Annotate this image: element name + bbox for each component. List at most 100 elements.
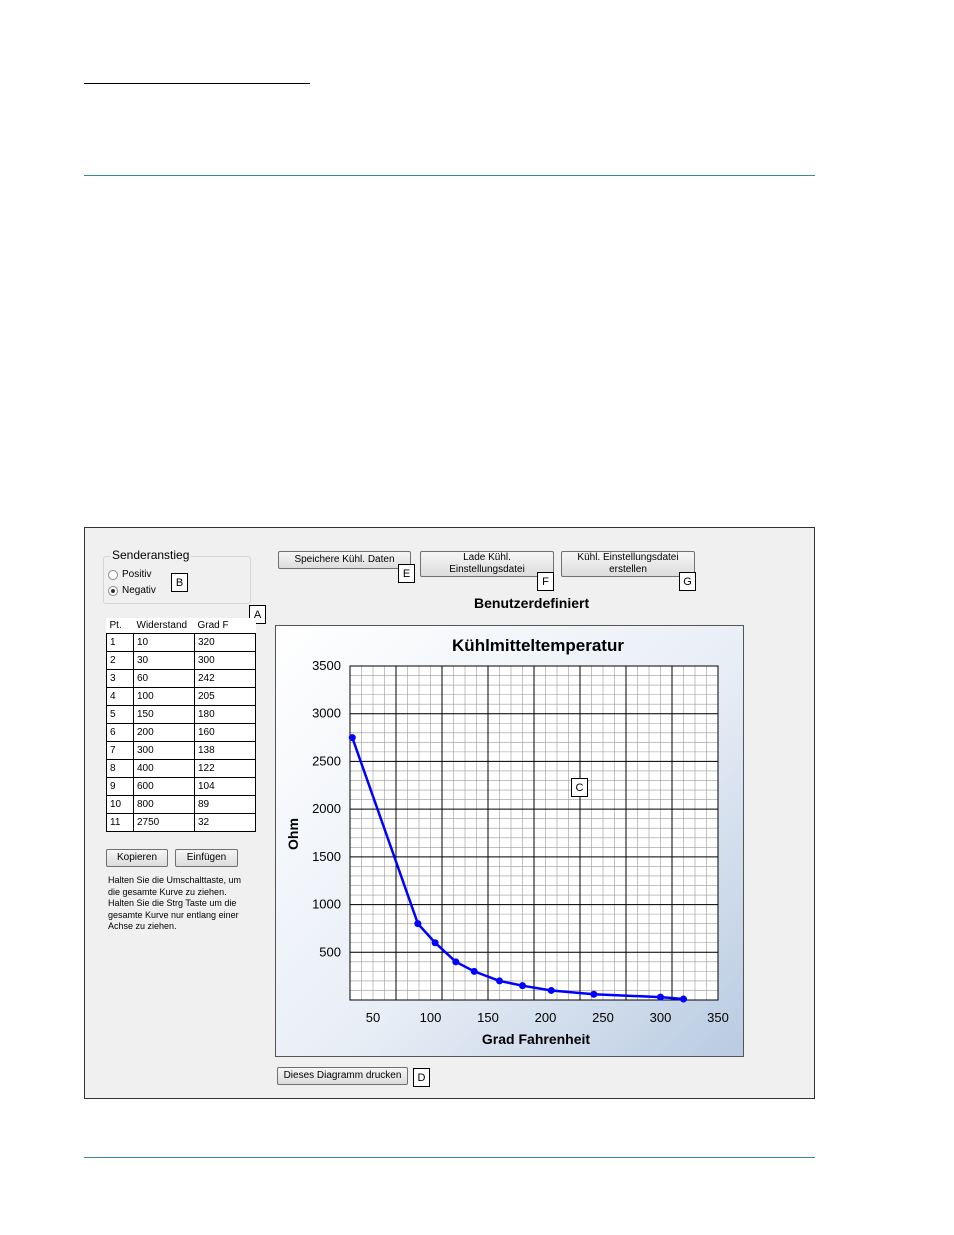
table-cell-widerstand[interactable]: 10: [133, 633, 195, 652]
x-tick-label: 350: [707, 1010, 729, 1025]
table-row[interactable]: 3 60 242: [106, 669, 256, 688]
groupbox-title: Senderanstieg: [110, 548, 192, 562]
table-cell-widerstand[interactable]: 600: [133, 777, 195, 796]
y-tick-label: 3000: [312, 706, 341, 721]
callout-f: F: [537, 572, 554, 591]
data-point[interactable]: [452, 958, 460, 966]
table-cell-pt[interactable]: 4: [106, 687, 134, 706]
y-tick-label: 2500: [312, 753, 341, 768]
x-tick-label: 200: [535, 1010, 557, 1025]
data-point[interactable]: [496, 977, 503, 985]
footer-rule: [84, 1157, 815, 1158]
chart-svg[interactable]: 50 100 150 200 250 300 350 500 1000 1500 2000 2500 3…: [276, 626, 743, 1056]
table-cell-gradf[interactable]: 300: [194, 651, 256, 670]
table-cell-pt[interactable]: 7: [106, 741, 134, 760]
callout-b: B: [171, 573, 188, 592]
table-cell-pt[interactable]: 5: [106, 705, 134, 724]
data-point[interactable]: [547, 986, 555, 994]
header-rule-short: [84, 83, 310, 84]
radio-positiv-label: Positiv: [122, 569, 152, 580]
table-cell-gradf[interactable]: 104: [194, 777, 256, 796]
data-point[interactable]: [348, 734, 356, 742]
table-cell-widerstand[interactable]: 800: [133, 795, 195, 814]
callout-d: D: [413, 1068, 430, 1087]
radio-negativ-label: Negativ: [122, 585, 156, 596]
radio-positiv[interactable]: Positiv: [108, 569, 151, 580]
table-row[interactable]: 5 150 180: [106, 705, 256, 724]
table-header-pt: Pt.: [106, 618, 134, 634]
table-cell-widerstand[interactable]: 200: [133, 723, 195, 742]
x-axis-label: Grad Fahrenheit: [482, 1031, 590, 1047]
table-cell-pt[interactable]: 9: [106, 777, 134, 796]
print-chart-button[interactable]: Dieses Diagramm drucken: [277, 1067, 408, 1085]
radio-selected-icon: [108, 585, 118, 596]
table-cell-pt[interactable]: 1: [106, 633, 134, 652]
table-cell-pt[interactable]: 6: [106, 723, 134, 742]
data-point[interactable]: [657, 993, 664, 1001]
table-cell-pt[interactable]: 8: [106, 759, 134, 778]
table-row[interactable]: 1 10 320: [106, 633, 256, 652]
table-cell-pt[interactable]: 3: [106, 669, 134, 688]
x-tick-label: 300: [650, 1010, 672, 1025]
table-row[interactable]: 11 2750 32: [106, 813, 256, 832]
x-tick-label: 50: [366, 1010, 380, 1025]
create-settings-button[interactable]: Kühl. Einstellungsdatei erstellen: [561, 551, 695, 577]
table-cell-gradf[interactable]: 32: [194, 813, 256, 832]
table-cell-pt[interactable]: 10: [106, 795, 134, 814]
y-tick-label: 500: [319, 944, 341, 959]
table-cell-widerstand[interactable]: 100: [133, 687, 195, 706]
y-tick-label: 3500: [312, 658, 341, 673]
header-rule: [84, 175, 815, 176]
table-row[interactable]: 10 800 89: [106, 795, 256, 814]
paste-button[interactable]: Einfügen: [175, 849, 238, 867]
table-row[interactable]: 6 200 160: [106, 723, 256, 742]
table-cell-widerstand[interactable]: 30: [133, 651, 195, 670]
data-point[interactable]: [680, 995, 687, 1003]
table-cell-widerstand[interactable]: 300: [133, 741, 195, 760]
copy-button[interactable]: Kopieren: [106, 849, 168, 867]
table-cell-gradf[interactable]: 160: [194, 723, 256, 742]
table-cell-widerstand[interactable]: 60: [133, 669, 195, 688]
table-cell-gradf[interactable]: 320: [194, 633, 256, 652]
table-row[interactable]: 9 600 104: [106, 777, 256, 796]
data-point[interactable]: [519, 982, 526, 990]
data-point[interactable]: [414, 920, 422, 928]
table-cell-pt[interactable]: 11: [106, 813, 134, 832]
benutzerdefiniert-title: Benutzerdefiniert: [474, 595, 590, 611]
table-cell-gradf[interactable]: 205: [194, 687, 256, 706]
table-cell-gradf[interactable]: 242: [194, 669, 256, 688]
chart-panel[interactable]: 50 100 150 200 250 300 350 500 1000 1500 2000 2500 3…: [275, 625, 744, 1057]
table-row[interactable]: 4 100 205: [106, 687, 256, 706]
callout-g: G: [679, 572, 696, 591]
radio-circle-icon: [108, 569, 118, 580]
x-tick-label: 100: [420, 1010, 442, 1025]
table-header-row: Pt. Widerstand Grad F: [106, 618, 256, 634]
table-cell-widerstand[interactable]: 2750: [133, 813, 195, 832]
radio-negativ[interactable]: Negativ: [108, 585, 156, 596]
load-settings-button[interactable]: Lade Kühl. Einstellungsdatei: [420, 551, 554, 577]
table-cell-pt[interactable]: 2: [106, 651, 134, 670]
drag-hint-text: Halten Sie die Umschalttaste, um die ges…: [108, 875, 242, 931]
data-point[interactable]: [470, 967, 478, 975]
table-row[interactable]: 7 300 138: [106, 741, 256, 760]
callout-c: C: [571, 778, 588, 797]
callout-e: E: [398, 564, 415, 583]
table-cell-gradf[interactable]: 89: [194, 795, 256, 814]
data-point[interactable]: [431, 939, 439, 947]
x-tick-label: 150: [477, 1010, 499, 1025]
table-cell-gradf[interactable]: 138: [194, 741, 256, 760]
y-tick-label: 1500: [312, 849, 341, 864]
table-cell-gradf[interactable]: 122: [194, 759, 256, 778]
data-point[interactable]: [590, 990, 598, 998]
save-data-button[interactable]: Speichere Kühl. Daten: [278, 551, 411, 569]
table-row[interactable]: 8 400 122: [106, 759, 256, 778]
table-cell-gradf[interactable]: 180: [194, 705, 256, 724]
table-header-gradf: Grad F: [194, 618, 256, 634]
table-row[interactable]: 2 30 300: [106, 651, 256, 670]
chart-title: Kühlmitteltemperatur: [452, 636, 624, 655]
table-cell-widerstand[interactable]: 400: [133, 759, 195, 778]
data-table[interactable]: Pt. Widerstand Grad F 1 10 320 2 30 300 3 60 242…: [106, 618, 256, 832]
y-axis-label: Ohm: [285, 818, 301, 850]
x-tick-label: 250: [592, 1010, 614, 1025]
table-cell-widerstand[interactable]: 150: [133, 705, 195, 724]
